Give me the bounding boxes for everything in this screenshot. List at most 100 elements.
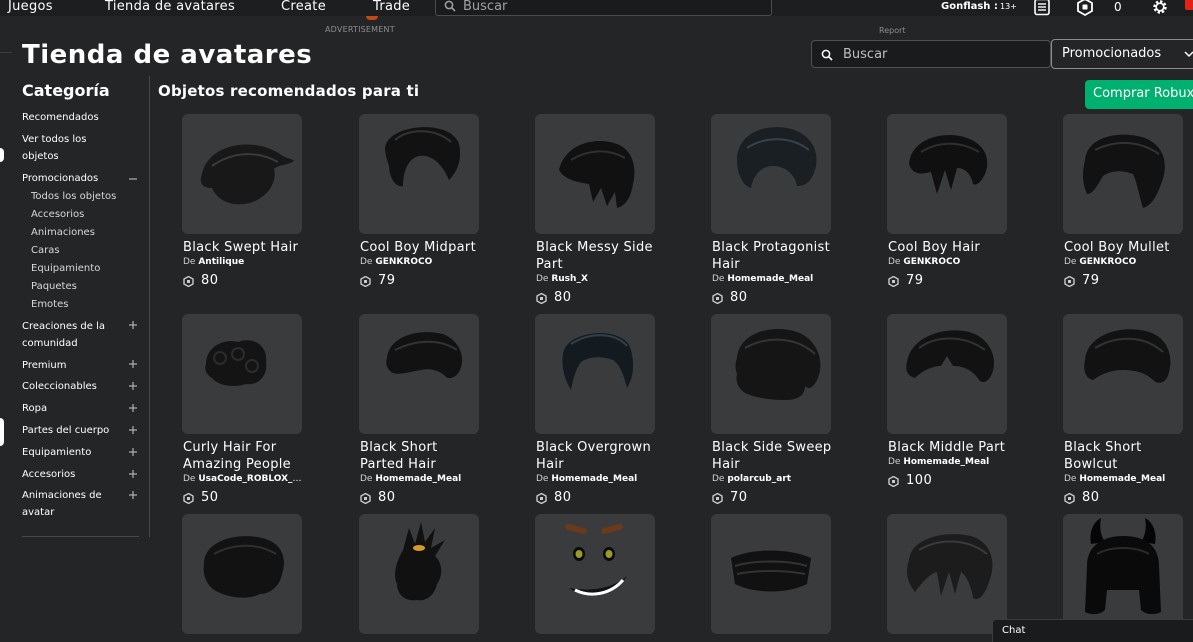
item-name[interactable]: Black Short Bowlcut: [1064, 439, 1186, 473]
sidebar-item-community[interactable]: Creaciones de la comunidad: [22, 318, 118, 352]
creator-name[interactable]: GENKROCO: [1079, 257, 1136, 267]
sidebar-item-gear[interactable]: Equipamiento: [22, 444, 118, 461]
item-thumbnail[interactable]: [182, 514, 302, 634]
midpart-hair-icon: [385, 127, 461, 187]
item-creator: De GENKROCO: [360, 257, 482, 267]
sidebar-item-accessories[interactable]: Accesorios: [22, 466, 118, 483]
catalog-search-input[interactable]: Buscar: [811, 40, 1051, 68]
item-thumbnail[interactable]: [1063, 514, 1183, 634]
sidebar-item-body-parts[interactable]: Partes del cuerpo: [22, 422, 118, 439]
sidebar-sub-accessories[interactable]: Accesorios: [31, 206, 84, 223]
nav-search-placeholder: Buscar: [463, 0, 508, 14]
messages-icon[interactable]: [1032, 0, 1052, 16]
expand-icon[interactable]: [128, 381, 138, 391]
item-thumbnail[interactable]: [711, 514, 831, 634]
item-name[interactable]: Black Swept Hair: [183, 239, 305, 256]
advertisement-image[interactable]: [366, 16, 378, 20]
item-thumbnail[interactable]: [535, 114, 655, 234]
item-thumbnail[interactable]: [711, 314, 831, 434]
item-thumbnail[interactable]: [1063, 114, 1183, 234]
robux-balance[interactable]: 0: [1114, 0, 1122, 14]
gear-icon[interactable]: [1150, 0, 1170, 16]
expand-icon[interactable]: [128, 425, 138, 435]
left-edge-handle[interactable]: [0, 418, 4, 446]
sort-dropdown[interactable]: Promocionados: [1051, 39, 1193, 69]
item-thumbnail[interactable]: [887, 314, 1007, 434]
price-value: 100: [906, 473, 933, 488]
expand-icon[interactable]: [128, 320, 138, 330]
sidebar-sub-all-items[interactable]: Todos los objetos: [31, 188, 116, 205]
advertisement-label: ADVERTISEMENT: [325, 25, 395, 34]
sidebar-sub-faces[interactable]: Caras: [31, 242, 60, 259]
sidebar-item-featured[interactable]: Promocionados: [22, 170, 118, 187]
left-edge-handle[interactable]: [0, 148, 4, 162]
nav-link-trade[interactable]: Trade: [373, 0, 410, 14]
item-thumbnail[interactable]: [711, 114, 831, 234]
item-name[interactable]: Cool Boy Mullet: [1064, 239, 1186, 256]
creator-name[interactable]: GENKROCO: [903, 257, 960, 267]
chat-panel[interactable]: Chat: [992, 619, 1193, 642]
expand-icon[interactable]: [128, 403, 138, 413]
item-creator: De GENKROCO: [1064, 257, 1186, 267]
creator-name[interactable]: Homemade_Meal: [551, 474, 637, 484]
item-thumbnail[interactable]: [182, 114, 302, 234]
item-name[interactable]: Black Messy Side Part: [536, 239, 658, 273]
item-name[interactable]: Curly Hair For Amazing People: [183, 439, 305, 473]
collapse-icon[interactable]: [128, 174, 138, 184]
creator-name[interactable]: Homemade_Meal: [727, 274, 813, 284]
expand-icon[interactable]: [128, 490, 138, 500]
item-name[interactable]: Black Protagonist Hair: [712, 239, 834, 273]
sidebar-sub-gear[interactable]: Equipamiento: [31, 260, 100, 277]
robux-icon[interactable]: [1075, 0, 1095, 16]
sidebar-item-all-objects[interactable]: Ver todos los objetos: [22, 131, 118, 165]
chevron-down-icon: [1184, 51, 1193, 58]
creator-name[interactable]: UsaCode_ROBLOX_Shop: [198, 474, 305, 484]
buy-robux-button[interactable]: Comprar Robux: [1085, 80, 1193, 109]
sidebar-item-clothing[interactable]: Ropa: [22, 400, 118, 417]
sidebar-sub-emotes[interactable]: Emotes: [31, 296, 68, 313]
nav-link-avatar-shop[interactable]: Tienda de avatares: [105, 0, 235, 14]
report-ad-link[interactable]: Report: [879, 26, 906, 35]
sidebar-item-collectibles[interactable]: Coleccionables: [22, 378, 118, 395]
creator-name[interactable]: Rush_X: [551, 274, 588, 284]
item-thumbnail[interactable]: [359, 514, 479, 634]
item-name[interactable]: Black Middle Part: [888, 439, 1010, 456]
chat-label: Chat: [1002, 625, 1026, 636]
item-thumbnail[interactable]: [535, 314, 655, 434]
nav-search-input[interactable]: Buscar: [435, 0, 772, 16]
item-thumbnail[interactable]: [359, 314, 479, 434]
item-name[interactable]: Cool Boy Midpart: [360, 239, 482, 256]
sidebar-sub-animations[interactable]: Animaciones: [31, 224, 95, 241]
price-value: 80: [201, 273, 219, 288]
creator-name[interactable]: Antilique: [198, 257, 244, 267]
sidebar-sub-bundles[interactable]: Paquetes: [31, 278, 77, 295]
price-value: 79: [378, 273, 396, 288]
item-thumbnail[interactable]: [535, 514, 655, 634]
sidebar-item-premium[interactable]: Premium: [22, 357, 118, 374]
item-name[interactable]: Cool Boy Hair: [888, 239, 1010, 256]
item-name[interactable]: Black Short Parted Hair: [360, 439, 482, 473]
item-thumbnail[interactable]: [887, 514, 1007, 634]
item-thumbnail[interactable]: [1063, 314, 1183, 434]
mullet-hair-icon: [1083, 134, 1165, 208]
creator-name[interactable]: GENKROCO: [375, 257, 432, 267]
creator-name[interactable]: Homemade_Meal: [1079, 474, 1165, 484]
sidebar-item-avatar-animations[interactable]: Animaciones de avatar: [22, 487, 118, 521]
item-thumbnail[interactable]: [359, 114, 479, 234]
smirk-face-icon: [565, 523, 627, 596]
expand-icon[interactable]: [128, 359, 138, 369]
expand-icon[interactable]: [128, 469, 138, 479]
item-thumbnail[interactable]: [182, 314, 302, 434]
parted-hair-icon: [386, 332, 463, 379]
creator-name[interactable]: polarcub_art: [727, 474, 791, 484]
creator-name[interactable]: Homemade_Meal: [375, 474, 461, 484]
nav-link-create[interactable]: Create: [281, 0, 326, 14]
creator-name[interactable]: Homemade_Meal: [903, 457, 989, 467]
item-thumbnail[interactable]: [887, 114, 1007, 234]
item-name[interactable]: Black Overgrown Hair: [536, 439, 658, 473]
item-name[interactable]: Black Side Sweep Hair: [712, 439, 834, 473]
nav-link-games[interactable]: Juegos: [8, 0, 53, 14]
username[interactable]: Gonflash :: [941, 1, 998, 12]
sidebar-item-recommended[interactable]: Recomendados: [22, 109, 118, 126]
expand-icon[interactable]: [128, 447, 138, 457]
